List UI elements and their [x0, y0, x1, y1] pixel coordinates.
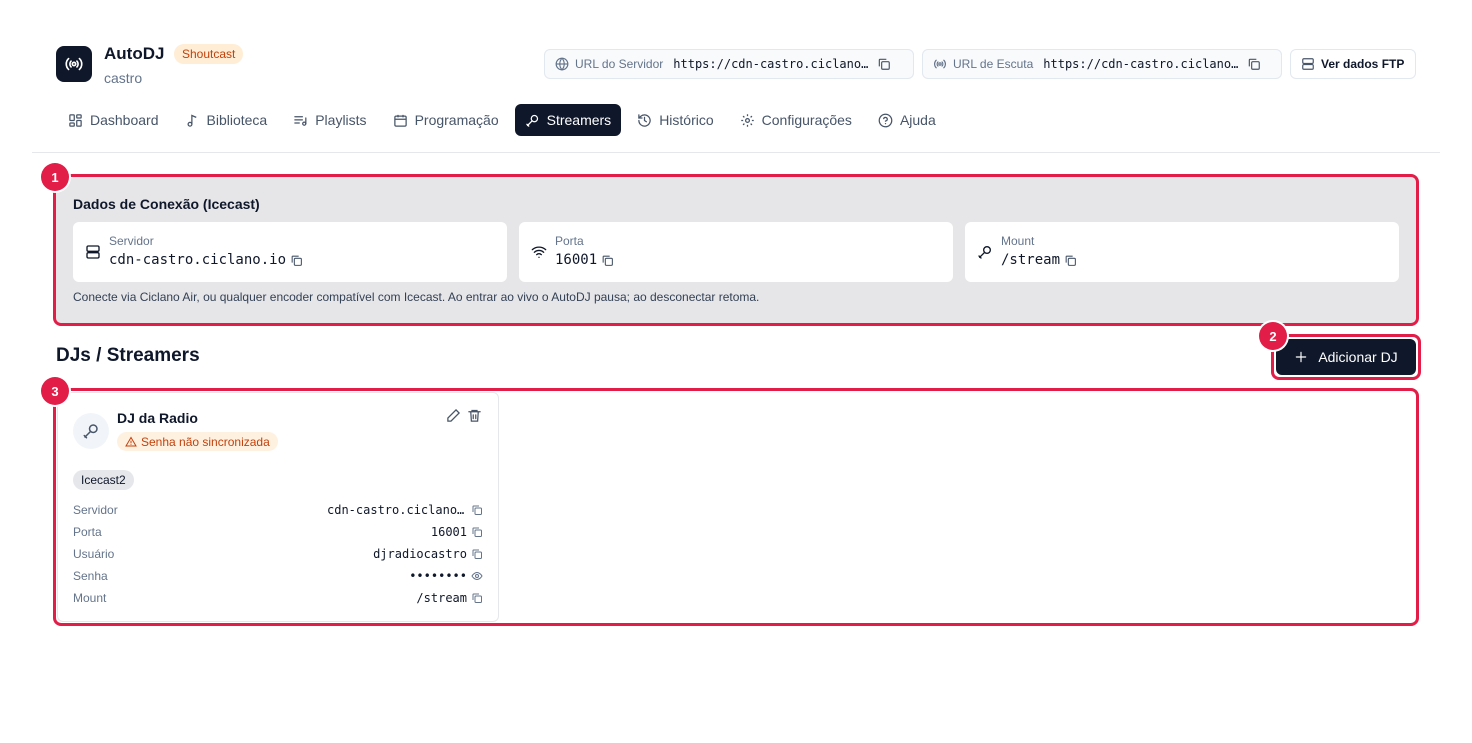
server-url-label: URL do Servidor — [575, 57, 664, 71]
tab-configuracoes[interactable]: Configurações — [730, 104, 862, 136]
copy-server-url-button[interactable] — [877, 57, 891, 71]
annotation-marker-1: 1 — [41, 163, 69, 191]
broadcast-icon — [65, 57, 83, 71]
copy-listen-url-button[interactable] — [1247, 57, 1261, 71]
server-url-pill: URL do Servidor https://cdn-castro.cicla… — [544, 49, 914, 79]
copy-icon — [879, 58, 891, 70]
help-circle-icon — [878, 113, 893, 127]
tab-label: Playlists — [315, 112, 367, 128]
tab-biblioteca[interactable]: Biblioteca — [175, 104, 278, 136]
calendar-icon — [393, 114, 407, 127]
server-type-badge: Shoutcast — [174, 44, 244, 64]
tab-ajuda[interactable]: Ajuda — [868, 104, 946, 136]
playlist-icon — [294, 115, 307, 126]
listen-url-pill: URL de Escuta https://cdn-castro.ciclano… — [922, 49, 1282, 79]
highlight-box-dj-list — [53, 388, 1419, 626]
music-note-icon — [187, 114, 196, 127]
listen-url-label: URL de Escuta — [953, 57, 1034, 71]
history-icon — [638, 113, 651, 127]
tab-label: Dashboard — [90, 112, 159, 128]
server-icon — [1302, 58, 1314, 70]
tab-label: Biblioteca — [206, 112, 268, 128]
tab-label: Histórico — [659, 112, 714, 128]
annotation-marker-2: 2 — [1259, 322, 1287, 350]
tab-label: Configurações — [761, 112, 852, 128]
broadcast-icon — [934, 59, 946, 69]
tab-streamers[interactable]: Streamers — [514, 104, 622, 136]
main-nav: Dashboard Biblioteca Playlists Programaç… — [58, 104, 946, 136]
globe-icon — [555, 57, 569, 71]
microphone-icon — [525, 114, 538, 127]
tab-programacao[interactable]: Programação — [383, 104, 509, 136]
tab-label: Ajuda — [899, 112, 936, 128]
gear-icon — [740, 113, 754, 127]
copy-icon — [1249, 58, 1261, 70]
view-ftp-button[interactable]: Ver dados FTP — [1290, 49, 1416, 79]
highlight-box-add-dj — [1271, 334, 1421, 380]
djs-title: DJs / Streamers — [56, 345, 200, 366]
highlight-box-connection — [53, 174, 1419, 326]
header-divider — [32, 152, 1440, 153]
server-url-value: https://cdn-castro.ciclano.io — [673, 57, 872, 71]
tab-label: Streamers — [546, 112, 612, 128]
app-logo — [56, 46, 92, 82]
annotation-marker-3: 3 — [41, 377, 69, 405]
tab-label: Programação — [414, 112, 499, 128]
tab-dashboard[interactable]: Dashboard — [58, 104, 169, 136]
view-ftp-label: Ver dados FTP — [1321, 57, 1405, 71]
app-subtitle: castro — [104, 70, 143, 86]
app-title: AutoDJ — [104, 44, 165, 63]
dashboard-icon — [69, 113, 82, 127]
tab-historico[interactable]: Histórico — [627, 104, 723, 136]
listen-url-value: https://cdn-castro.ciclano.io — [1043, 57, 1242, 71]
tab-playlists[interactable]: Playlists — [283, 104, 376, 136]
